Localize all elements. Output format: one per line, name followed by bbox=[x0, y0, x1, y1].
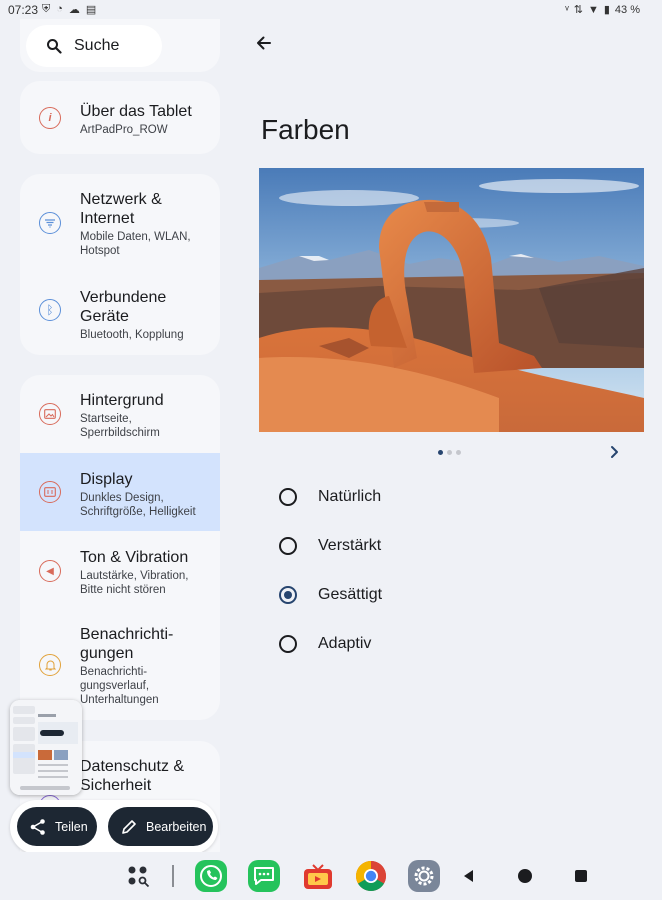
display-icon bbox=[39, 481, 61, 503]
color-option-label: Natürlich bbox=[318, 488, 382, 505]
status-bar: 07:23 ⛨ ◔ ☁ ▤ ᵛ ⇅ ▼ ▮ 43 % bbox=[0, 0, 662, 20]
color-option-adaptive[interactable]: Adaptiv bbox=[276, 628, 616, 660]
settings-item-title: Ton & Vibration bbox=[80, 549, 189, 566]
settings-card-personalization: Hintergrund Startseite, Sperrbildschirm … bbox=[20, 375, 220, 720]
info-icon: i bbox=[39, 107, 61, 129]
settings-item-subtitle: Mobile Daten, WLAN, Hotspot bbox=[80, 231, 191, 257]
chevron-right-icon[interactable] bbox=[606, 444, 622, 460]
cloud-icon: ☁ bbox=[68, 4, 80, 16]
search-button[interactable]: Suche bbox=[26, 25, 162, 67]
search-card: Suche bbox=[20, 19, 220, 72]
data-arrows-icon: ⇅ bbox=[573, 4, 583, 16]
settings-item-subtitle: ArtPadPro_ROW bbox=[80, 124, 168, 136]
status-time: 07:23 bbox=[8, 3, 39, 17]
taskbar bbox=[0, 852, 662, 900]
chrome-app-icon[interactable] bbox=[354, 859, 388, 893]
edit-label: Bearbeiten bbox=[146, 819, 207, 834]
search-icon bbox=[46, 38, 62, 54]
settings-item-title: Benachrichti-gungen bbox=[80, 626, 174, 662]
radio-button[interactable] bbox=[279, 537, 297, 555]
status-system-icons: ᵛ ⇅ ▼ ▮ 43 % bbox=[565, 3, 640, 17]
color-option-label: Adaptiv bbox=[318, 635, 372, 652]
mute-icon: ᵛ bbox=[565, 3, 569, 16]
edit-button[interactable]: Bearbeiten bbox=[108, 807, 213, 846]
color-option-label: Verstärkt bbox=[318, 537, 382, 554]
settings-item-subtitle: Dunkles Design, Schriftgröße, Helligkeit bbox=[80, 492, 196, 518]
pencil-icon bbox=[120, 818, 138, 836]
shield-icon: ⛨ bbox=[42, 3, 51, 15]
battery-percent: 43 % bbox=[614, 3, 640, 16]
settings-item-wallpaper[interactable]: Hintergrund Startseite, Sperrbildschirm bbox=[20, 375, 220, 453]
settings-item-network[interactable]: Netzwerk & Internet Mobile Daten, WLAN, … bbox=[20, 174, 220, 270]
screenshot-icon: ▤ bbox=[85, 4, 97, 16]
bell-icon bbox=[39, 654, 61, 676]
bluetooth-icon: ᛒ bbox=[39, 299, 61, 321]
settings-item-connected-devices[interactable]: ᛒ Verbundene Geräte Bluetooth, Kopplung bbox=[20, 270, 220, 355]
settings-item-about[interactable]: i Über das Tablet ArtPadPro_ROW bbox=[20, 81, 220, 154]
settings-item-title: Datenschutz & Sicherheit bbox=[80, 758, 185, 794]
tv-app-icon[interactable] bbox=[301, 859, 335, 893]
settings-card-connectivity: Netzwerk & Internet Mobile Daten, WLAN, … bbox=[20, 174, 220, 355]
radio-button[interactable] bbox=[279, 635, 297, 653]
recents-nav-icon[interactable] bbox=[564, 859, 598, 893]
settings-item-subtitle: Benachrichti-gungsverlauf, Unterhaltunge… bbox=[80, 666, 159, 706]
page-title: Farben bbox=[261, 114, 350, 145]
share-button[interactable]: Teilen bbox=[17, 807, 97, 846]
taskbar-divider bbox=[172, 865, 174, 887]
settings-item-title: Display bbox=[80, 471, 133, 488]
color-option-natural[interactable]: Natürlich bbox=[276, 481, 616, 513]
settings-card-about: i Über das Tablet ArtPadPro_ROW bbox=[20, 81, 220, 154]
back-nav-icon[interactable] bbox=[452, 859, 486, 893]
search-label: Suche bbox=[74, 37, 120, 54]
messages-app-icon[interactable] bbox=[247, 859, 281, 893]
share-label: Teilen bbox=[55, 819, 88, 834]
home-nav-icon[interactable] bbox=[508, 859, 542, 893]
color-option-boosted[interactable]: Verstärkt bbox=[276, 530, 616, 562]
settings-item-subtitle: Bluetooth, Kopplung bbox=[80, 329, 184, 341]
radio-button[interactable] bbox=[279, 488, 297, 506]
screenshot-thumbnail[interactable] bbox=[10, 700, 82, 795]
settings-item-title: Über das Tablet bbox=[80, 103, 192, 120]
settings-item-subtitle: Startseite, Sperrbildschirm bbox=[80, 413, 160, 439]
battery-icon: ▮ bbox=[603, 4, 610, 16]
share-icon bbox=[29, 818, 47, 836]
page-dot bbox=[438, 450, 443, 455]
vpn-icon: ◔ bbox=[56, 3, 63, 15]
page-dot bbox=[447, 450, 452, 455]
speaker-icon: ◀ bbox=[39, 560, 61, 582]
settings-item-display[interactable]: Display Dunkles Design, Schriftgröße, He… bbox=[20, 453, 220, 531]
back-arrow-icon[interactable] bbox=[254, 33, 274, 53]
preview-page-indicator bbox=[438, 450, 461, 455]
wifi-icon: ▼ bbox=[587, 3, 599, 16]
app-drawer-icon[interactable] bbox=[121, 859, 155, 893]
page-dot bbox=[456, 450, 461, 455]
settings-item-title: Hintergrund bbox=[80, 392, 164, 409]
settings-item-subtitle: Lautstärke, Vibration, Bitte nicht störe… bbox=[80, 570, 189, 596]
color-option-label: Gesättigt bbox=[318, 586, 383, 603]
status-notification-icons: ⛨ ◔ ☁ ▤ bbox=[42, 3, 96, 16]
wallpaper-icon bbox=[39, 403, 61, 425]
radio-button-checked[interactable] bbox=[279, 586, 297, 604]
settings-item-title: Verbundene Geräte bbox=[80, 289, 167, 325]
settings-app-icon[interactable] bbox=[407, 859, 441, 893]
color-option-saturated[interactable]: Gesättigt bbox=[276, 579, 616, 611]
phone-app-icon[interactable] bbox=[194, 859, 228, 893]
screenshot-action-bar: Teilen Bearbeiten bbox=[10, 800, 218, 854]
settings-item-title: Netzwerk & Internet bbox=[80, 191, 162, 227]
wallpaper-preview-image bbox=[259, 168, 644, 432]
wifi-icon bbox=[39, 212, 61, 234]
settings-item-sound[interactable]: ◀ Ton & Vibration Lautstärke, Vibration,… bbox=[20, 531, 220, 611]
